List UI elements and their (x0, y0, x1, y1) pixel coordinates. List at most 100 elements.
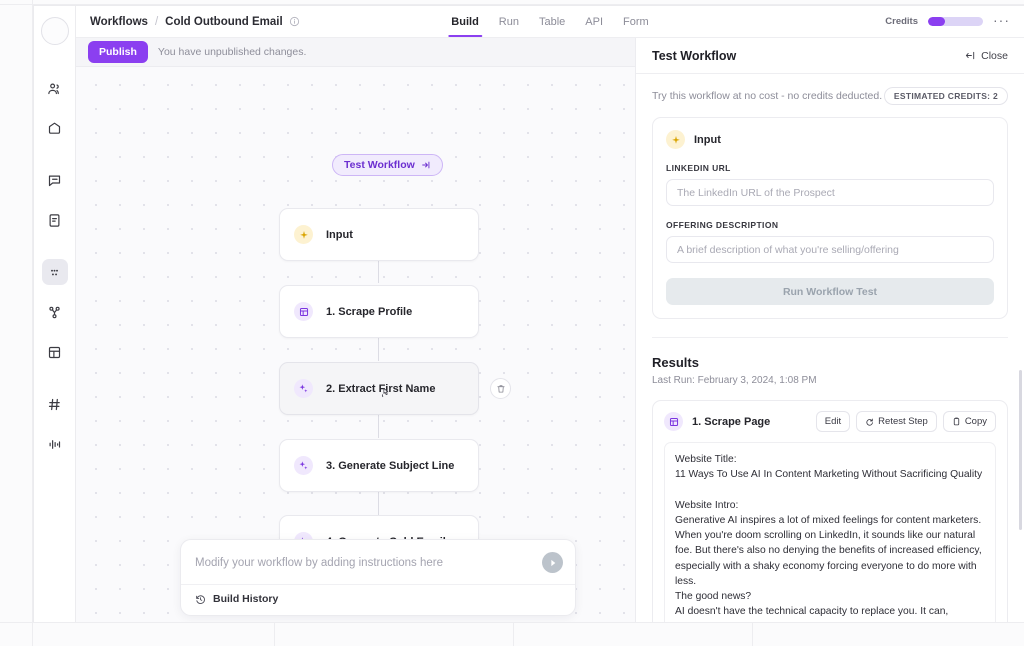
sidebar-item-nodes[interactable] (42, 299, 68, 325)
result-step-title: 1. Scrape Page (692, 416, 770, 428)
breadcrumb-separator: / (155, 16, 158, 28)
node-generate-subject-line[interactable]: 3. Generate Subject Line (279, 439, 479, 492)
tab-build[interactable]: Build (451, 6, 479, 37)
connector-1 (378, 261, 379, 283)
connector-3 (378, 415, 379, 438)
unpublished-changes-note: You have unpublished changes. (158, 46, 307, 58)
collapse-right-icon (965, 50, 976, 61)
sidebar-item-hash[interactable] (42, 391, 68, 417)
sparkle-icon (666, 130, 685, 149)
panel-header: Test Workflow Close (636, 38, 1024, 74)
estimated-credits-badge: ESTIMATED CREDITS: 2 (884, 87, 1008, 105)
info-icon[interactable] (289, 16, 300, 27)
frame-line-b2 (513, 622, 514, 646)
close-label: Close (981, 50, 1008, 62)
results-heading: Results (652, 355, 1008, 370)
workflow-instruction-input[interactable] (195, 557, 534, 569)
credits-label: Credits (885, 16, 918, 27)
node-label: 3. Generate Subject Line (326, 460, 454, 472)
build-history-label: Build History (213, 593, 278, 605)
panel-title: Test Workflow (652, 49, 736, 63)
arrow-to-line-icon (421, 160, 431, 170)
clock-rewind-icon (195, 594, 206, 605)
sparkle-icon (294, 456, 313, 475)
body-row: Publish You have unpublished changes. Te… (76, 38, 1024, 622)
tab-api[interactable]: API (585, 6, 603, 37)
result-step-actions: Edit Retest Step Copy (816, 411, 996, 432)
try-note: Try this workflow at no cost - no credit… (652, 90, 882, 102)
publish-button[interactable]: Publish (88, 41, 148, 63)
tab-table[interactable]: Table (539, 6, 565, 37)
panel-divider (652, 337, 1008, 338)
node-label: Input (326, 229, 353, 241)
rail-icon-list (34, 75, 75, 471)
node-scrape-profile[interactable]: 1. Scrape Profile (279, 285, 479, 338)
test-workflow-panel: Test Workflow Close Try this workflow at… (635, 38, 1024, 622)
retest-step-button[interactable]: Retest Step (856, 411, 937, 432)
edit-step-button[interactable]: Edit (816, 411, 850, 432)
left-rail (34, 6, 76, 622)
sidebar-item-users[interactable] (42, 75, 68, 101)
linkedin-url-label: LINKEDIN URL (666, 163, 994, 173)
node-input[interactable]: Input (279, 208, 479, 261)
run-workflow-test-button[interactable]: Run Workflow Test (666, 278, 994, 305)
input-card-title: Input (694, 134, 721, 146)
mouse-cursor-icon (379, 385, 392, 405)
breadcrumb-current[interactable]: Cold Outbound Email (165, 16, 283, 28)
sidebar-item-chart[interactable] (42, 431, 68, 457)
offering-description-label: OFFERING DESCRIPTION (666, 220, 994, 230)
last-run-timestamp: Last Run: February 3, 2024, 1:08 PM (652, 375, 1008, 386)
copy-output-button[interactable]: Copy (943, 411, 996, 432)
frame-line-b3 (752, 622, 753, 646)
linkedin-url-input[interactable] (666, 179, 994, 206)
connector-2 (378, 338, 379, 361)
app-window: Workflows / Cold Outbound Email Build Ru… (33, 5, 1024, 622)
test-workflow-pill[interactable]: Test Workflow (332, 154, 443, 176)
more-options-button[interactable]: ··· (993, 13, 1010, 31)
try-row: Try this workflow at no cost - no credit… (652, 74, 1008, 117)
sparkle-icon (294, 379, 313, 398)
offering-description-input[interactable] (666, 236, 994, 263)
prompt-row (181, 540, 575, 584)
panel-icon (664, 412, 683, 431)
breadcrumb-root[interactable]: Workflows (90, 16, 148, 28)
frame-line-bottom (0, 622, 1024, 623)
tab-run[interactable]: Run (499, 6, 519, 37)
top-bar: Workflows / Cold Outbound Email Build Ru… (76, 6, 1024, 38)
retest-step-label: Retest Step (878, 416, 928, 427)
sidebar-item-chat[interactable] (42, 167, 68, 193)
result-step-card: 1. Scrape Page Edit Retest Step (652, 400, 1008, 622)
sidebar-item-layout[interactable] (42, 339, 68, 365)
sparkle-icon (294, 225, 313, 244)
result-step-output: Website Title: 11 Ways To Use AI In Cont… (664, 442, 996, 622)
test-workflow-pill-label: Test Workflow (344, 159, 415, 171)
sidebar-item-document[interactable] (42, 207, 68, 233)
top-bar-right: Credits ··· (885, 13, 1010, 31)
main-column: Workflows / Cold Outbound Email Build Ru… (76, 6, 1024, 622)
tab-form[interactable]: Form (623, 6, 649, 37)
credits-progress[interactable] (928, 17, 983, 26)
canvas-area: Publish You have unpublished changes. Te… (76, 38, 635, 622)
nav-tabs: Build Run Table API Form (451, 6, 648, 37)
workflow-canvas[interactable]: Test Workflow Input (76, 67, 635, 622)
result-step-header: 1. Scrape Page Edit Retest Step (664, 411, 996, 432)
copy-icon (952, 417, 961, 426)
sidebar-item-workflows[interactable] (42, 259, 68, 285)
close-panel-button[interactable]: Close (965, 50, 1008, 62)
credits-progress-fill (928, 17, 945, 26)
send-icon[interactable] (542, 552, 563, 573)
build-history-button[interactable]: Build History (181, 584, 575, 615)
screen: Workflows / Cold Outbound Email Build Ru… (0, 0, 1024, 646)
panel-scroll-area: Try this workflow at no cost - no credit… (636, 74, 1024, 622)
panel-icon (294, 302, 313, 321)
publish-bar: Publish You have unpublished changes. (76, 38, 635, 67)
connector-4 (378, 492, 379, 515)
delete-step-button[interactable] (490, 378, 511, 399)
panel-scrollbar[interactable] (1019, 370, 1022, 530)
input-card-header: Input (666, 130, 994, 149)
sidebar-item-home[interactable] (42, 115, 68, 141)
copy-label: Copy (965, 416, 987, 427)
prompt-card: Build History (180, 539, 576, 616)
avatar[interactable] (41, 17, 69, 45)
frame-line-b1 (274, 622, 275, 646)
